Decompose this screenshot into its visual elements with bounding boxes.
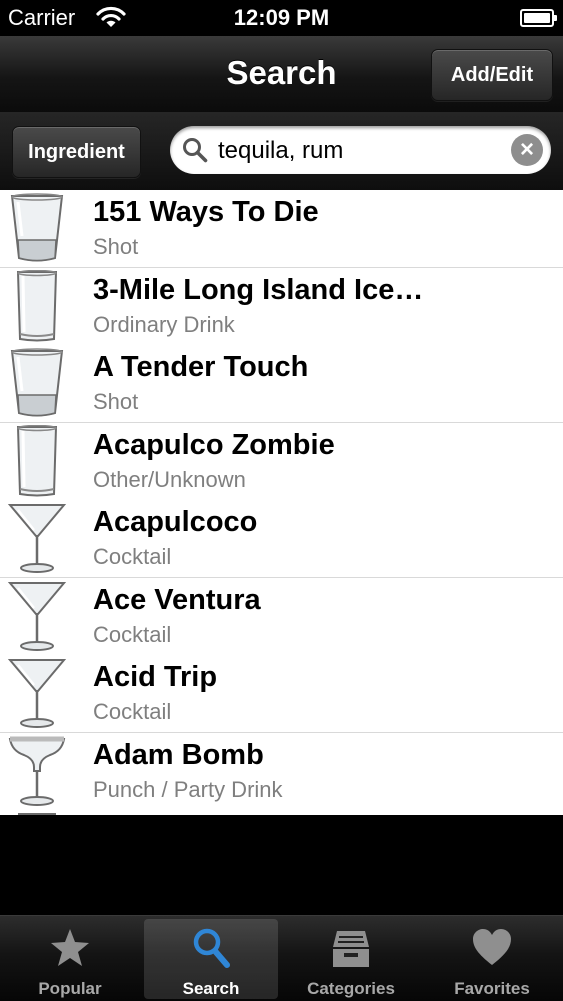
search-input[interactable]: tequila, rum × <box>170 126 551 174</box>
tab-label: Popular <box>38 979 102 998</box>
drink-name: 151 Ways To Die <box>93 196 319 228</box>
drink-row[interactable]: 3-Mile Long Island Ice… Ordinary Drink <box>0 268 563 346</box>
drink-row[interactable]: Ace Ventura Cocktail <box>0 578 563 656</box>
drink-row[interactable]: Acid Trip Cocktail <box>0 655 563 733</box>
tab-search[interactable]: Search <box>144 919 278 999</box>
clear-search-button[interactable]: × <box>511 134 543 166</box>
cabinet-icon <box>331 927 371 969</box>
shot-glass-icon <box>4 347 70 419</box>
drink-category: Shot <box>93 389 139 414</box>
star-icon <box>50 927 90 969</box>
drink-row[interactable]: Acapulcoco Cocktail <box>0 500 563 578</box>
search-bar: Ingredient tequila, rum × <box>0 112 563 190</box>
drink-category: Cocktail <box>93 622 172 647</box>
martini-glass-icon <box>4 580 70 652</box>
tab-categories[interactable]: Categories <box>284 919 418 999</box>
battery-icon <box>520 9 557 27</box>
drink-category: Other/Unknown <box>93 467 246 492</box>
search-icon <box>191 927 231 969</box>
magnifier-icon <box>183 138 208 163</box>
glass-icon <box>4 812 70 815</box>
shot-glass-icon <box>4 192 70 264</box>
drink-name: Acid Trip <box>93 661 218 693</box>
drink-row[interactable]: A Tender Touch Shot <box>0 345 563 423</box>
drink-row[interactable]: Adam Bomb Punch / Party Drink <box>0 733 563 811</box>
search-query: tequila, rum <box>218 137 344 164</box>
drink-category: Shot <box>93 234 139 259</box>
drink-name: Acapulco Zombie <box>93 429 335 461</box>
heart-icon <box>472 927 512 969</box>
tab-label: Search <box>182 979 240 998</box>
drink-name: Adam Bomb <box>93 739 264 771</box>
martini-glass-icon <box>4 502 70 574</box>
drink-category: Punch / Party Drink <box>93 777 283 802</box>
tab-bar: Popular Search Categories Favorites <box>0 915 563 1001</box>
tab-label: Favorites <box>454 979 530 998</box>
tab-popular[interactable]: Popular <box>3 919 137 999</box>
drink-category: Cocktail <box>93 699 172 724</box>
martini-glass-icon <box>4 657 70 729</box>
tab-label: Categories <box>307 979 395 998</box>
margarita-glass-icon <box>4 735 70 807</box>
drink-name: A Tender Touch <box>93 351 309 383</box>
drink-row-partial[interactable] <box>0 810 563 815</box>
status-bar: Carrier 12:09 PM <box>0 0 563 36</box>
drink-category: Ordinary Drink <box>93 312 235 337</box>
tab-favorites[interactable]: Favorites <box>425 919 559 999</box>
highball-glass-icon <box>4 424 70 497</box>
drink-row[interactable]: Acapulco Zombie Other/Unknown <box>0 423 563 501</box>
drink-list: 151 Ways To Die Shot 3-Mile Long Island Ic… <box>0 190 563 815</box>
drink-category: Cocktail <box>93 544 172 569</box>
add-edit-button[interactable]: Add/Edit <box>431 49 553 101</box>
close-icon: × <box>519 136 534 163</box>
navigation-bar: Search Add/Edit <box>0 36 563 113</box>
drink-name: 3-Mile Long Island Ice… <box>93 274 424 306</box>
ingredient-scope-button[interactable]: Ingredient <box>12 126 141 178</box>
drink-name: Acapulcoco <box>93 506 258 538</box>
highball-glass-icon <box>4 269 70 342</box>
drink-name: Ace Ventura <box>93 584 261 616</box>
clock: 12:09 PM <box>233 5 330 30</box>
drink-row[interactable]: 151 Ways To Die Shot <box>0 190 563 268</box>
